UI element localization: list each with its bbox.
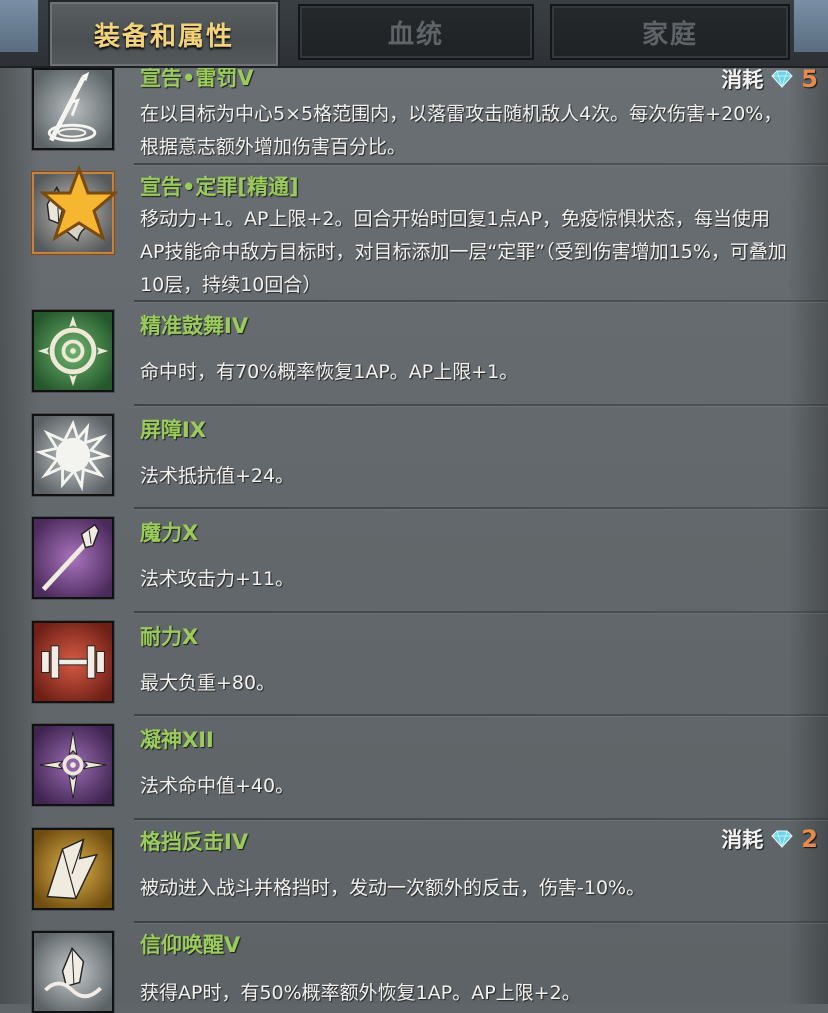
focus-cross-icon <box>32 724 114 806</box>
faith-awaken-icon <box>32 931 114 1013</box>
skill-description: 被动进入战斗并格挡时，发动一次额外的反击，伤害-10%。 <box>140 877 646 899</box>
skill-description: 命中时，有70%概率恢复1AP。AP上限+1。 <box>140 361 519 383</box>
skill-row[interactable]: 信仰唤醒V 获得AP时，有50%概率额外恢复1AP。AP上限+2。 <box>28 923 828 1013</box>
diamond-icon <box>771 830 793 848</box>
tab-bloodline[interactable]: 血统 <box>298 4 534 60</box>
skill-row[interactable]: 宣告•雷罚V 消耗 5 在以目标为中心5×5格范围内，以落雷攻击随机敌人4次。每… <box>28 58 828 165</box>
skill-row[interactable]: 凝神XII 法术命中值+40。 <box>28 716 828 820</box>
skill-description: 法术攻击力+11。 <box>140 568 295 590</box>
skill-description: 获得AP时，有50%概率额外恢复1AP。AP上限+2。 <box>140 982 581 1004</box>
dumbbell-icon <box>32 621 114 703</box>
cost-value: 2 <box>801 825 818 853</box>
ap-cost: 消耗 2 <box>678 818 828 856</box>
skill-name: 宣告•定罪[精通] <box>140 175 299 199</box>
skill-name: 耐力X <box>140 625 199 649</box>
magic-wand-icon <box>32 517 114 599</box>
shatter-barrier-icon <box>32 414 114 496</box>
skill-row[interactable]: 魔力X 法术攻击力+11。 <box>28 509 828 613</box>
skill-description: 法术命中值+40。 <box>140 775 295 797</box>
cost-label: 消耗 <box>721 828 764 852</box>
shield-counter-icon <box>32 828 114 910</box>
skill-name: 精准鼓舞IV <box>140 314 249 338</box>
ap-cost: 消耗 5 <box>678 58 828 96</box>
skill-description: 法术抵抗值+24。 <box>140 465 295 487</box>
skill-row[interactable]: 宣告•定罪[精通] 移动力+1。AP上限+2。回合开始时回复1点AP，免疫惊惧状… <box>28 165 828 302</box>
skill-name: 凝神XII <box>140 728 214 752</box>
skill-description: 移动力+1。AP上限+2。回合开始时回复1点AP，免疫惊惧状态，每当使用AP技能… <box>140 208 787 296</box>
tab-bar: 装备和属性 血统 家庭 <box>0 0 828 68</box>
skill-name: 魔力X <box>140 521 199 545</box>
skill-name: 屏障IX <box>140 418 207 442</box>
tab-family[interactable]: 家庭 <box>550 4 790 60</box>
skill-row[interactable]: 格挡反击IV 消耗 2 被动进入战斗并格挡时，发动一次额外的反击，伤害-10%。 <box>28 818 828 923</box>
skill-row[interactable]: 精准鼓舞IV 命中时，有70%概率恢复1AP。AP上限+1。 <box>28 302 828 406</box>
skill-row[interactable]: 耐力X 最大负重+80。 <box>28 613 828 716</box>
thunder-spear-icon <box>32 68 114 150</box>
skill-description: 最大负重+80。 <box>140 672 276 694</box>
crosshair-icon <box>32 310 114 392</box>
diamond-icon <box>771 70 793 88</box>
skill-description: 在以目标为中心5×5格范围内，以落雷攻击随机敌人4次。每次伤害+20%，根据意志… <box>140 103 783 158</box>
skill-name: 信仰唤醒V <box>140 933 241 957</box>
skill-list[interactable]: 宣告•雷罚V 消耗 5 在以目标为中心5×5格范围内，以落雷攻击随机敌人4次。每… <box>0 0 828 1013</box>
skill-row[interactable]: 屏障IX 法术抵抗值+24。 <box>28 406 828 509</box>
tab-bar-right-cap <box>794 0 828 52</box>
tab-bar-left-cap <box>0 0 38 52</box>
tab-equipment-attributes[interactable]: 装备和属性 <box>48 0 280 66</box>
cost-value: 5 <box>801 65 818 93</box>
cost-label: 消耗 <box>721 68 764 92</box>
skill-name: 格挡反击IV <box>140 830 249 854</box>
star-icon <box>40 166 118 242</box>
crystal-claw-icon <box>32 166 118 254</box>
